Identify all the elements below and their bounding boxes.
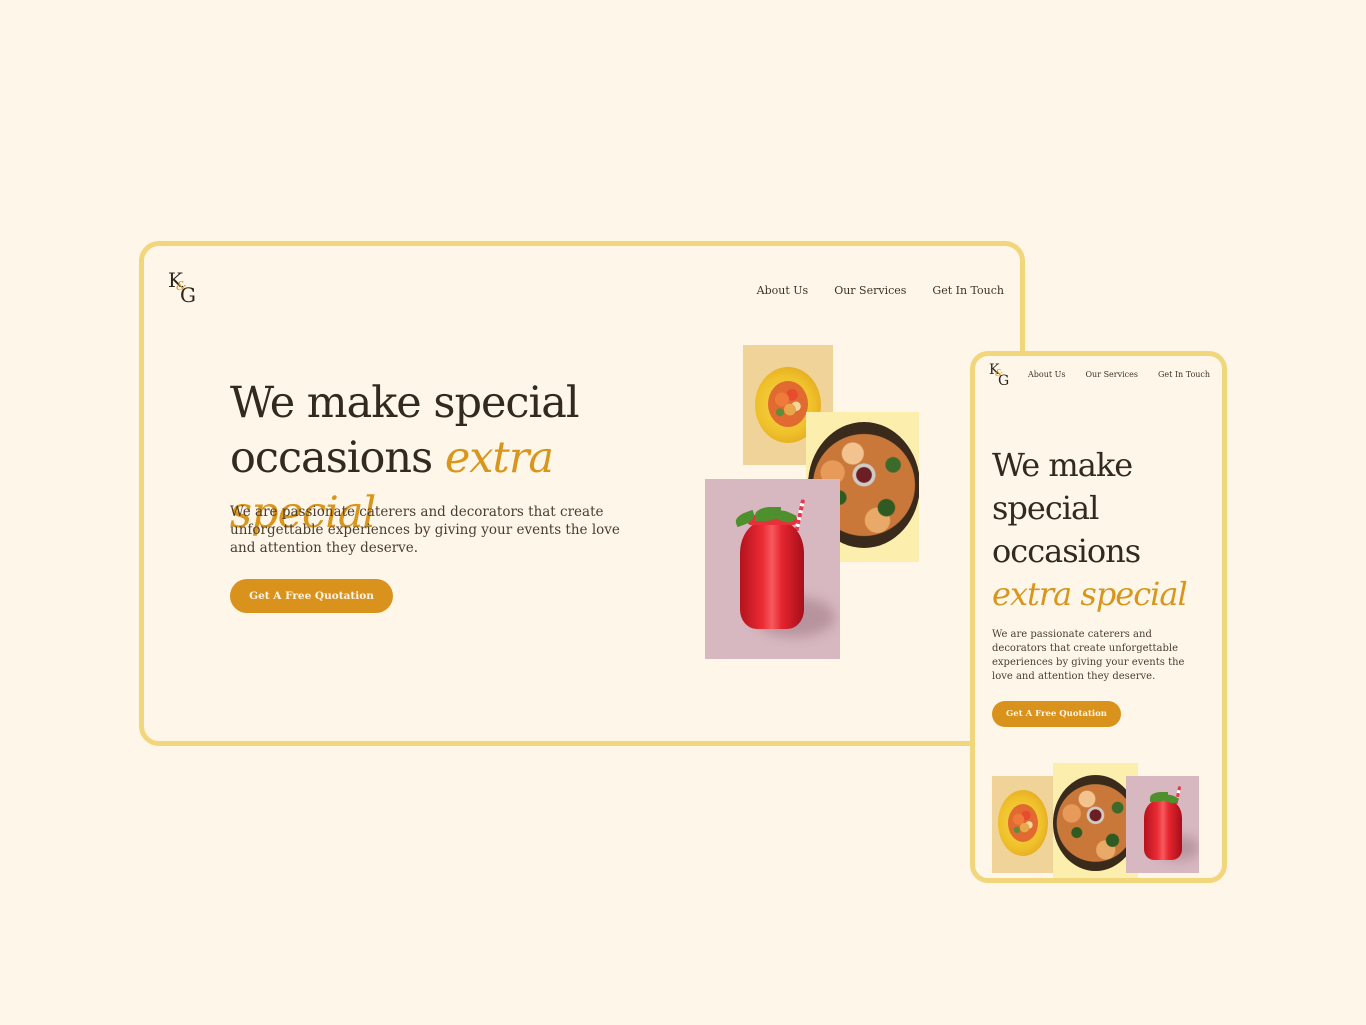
nav-get-in-touch[interactable]: Get In Touch — [1158, 370, 1210, 379]
headline-line-2: occasions — [230, 433, 433, 483]
nav-get-in-touch[interactable]: Get In Touch — [932, 284, 1004, 297]
nav-our-services[interactable]: Our Services — [1085, 370, 1138, 379]
headline-line-1: We make — [992, 446, 1133, 484]
headline-line-2: special — [992, 489, 1099, 527]
hero-description: We are passionate caterers and decorator… — [230, 504, 620, 556]
lemon-filling — [768, 381, 808, 427]
headline-accent: extra special — [992, 575, 1188, 613]
red-drink-image — [705, 479, 840, 659]
headline-line-3: occasions — [992, 532, 1141, 570]
drink-jar — [740, 521, 804, 629]
nav-about-us[interactable]: About Us — [1028, 370, 1065, 379]
get-quotation-button[interactable]: Get A Free Quotation — [230, 579, 393, 613]
mobile-mockup: K & G About Us Our Services Get In Touch… — [970, 351, 1227, 883]
logo-letter-g: G — [998, 373, 1010, 389]
drink-jar — [1144, 800, 1182, 860]
desktop-mockup: K & G About Us Our Services Get In Touch… — [139, 241, 1025, 746]
lemon-shape — [998, 790, 1048, 856]
logo-letter-g: G — [180, 283, 196, 307]
hero-description: We are passionate caterers and decorator… — [992, 629, 1185, 682]
main-nav: About Us Our Services Get In Touch — [1028, 370, 1210, 379]
lemon-filling — [1008, 804, 1038, 842]
hero-headline: We make special occasions extra special — [992, 444, 1192, 616]
headline-line-1: We make special — [230, 378, 580, 428]
nav-about-us[interactable]: About Us — [757, 284, 809, 297]
main-nav: About Us Our Services Get In Touch — [757, 284, 1004, 297]
brand-logo[interactable]: K & G — [989, 362, 1015, 392]
nav-our-services[interactable]: Our Services — [834, 284, 906, 297]
red-drink-image — [1126, 776, 1199, 873]
get-quotation-button[interactable]: Get A Free Quotation — [992, 701, 1121, 727]
brand-logo[interactable]: K & G — [168, 268, 202, 308]
stuffed-lemon-image — [992, 776, 1054, 873]
